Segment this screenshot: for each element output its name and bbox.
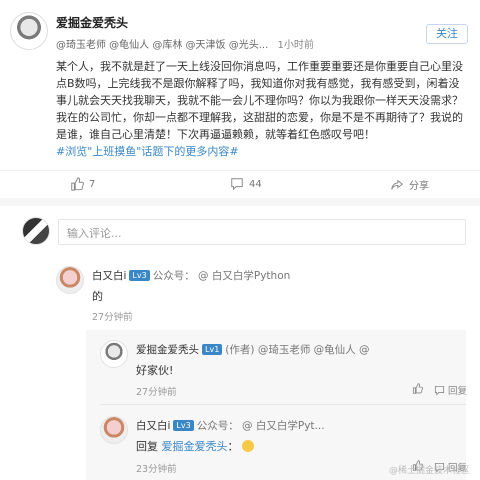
- reply-author-name[interactable]: 白又白i: [136, 420, 170, 432]
- author-tags: @琦玉老师 @龟仙人 @库林 @天津饭 @光头...: [56, 40, 269, 51]
- author-role: (作者): [225, 344, 255, 356]
- reply-author-avatar[interactable]: [100, 340, 128, 368]
- author-avatar[interactable]: [10, 12, 48, 50]
- reply-text: 回复 爱掘金爱秃头：: [136, 438, 254, 454]
- comment-text: 的: [92, 290, 103, 303]
- post-text: 某个人，我不就是赶了一天上线没回你消息吗，工作重要重要还是你重要自己心里没点B数…: [56, 60, 463, 141]
- comment-composer: 输入评论...: [0, 206, 480, 256]
- post-card: 爱掘金爱秃头 @琦玉老师 @龟仙人 @库林 @天津饭 @光头... 1小时前 关…: [0, 0, 480, 200]
- like-count: 7: [89, 178, 96, 190]
- comment-header: 白又白i Lv3 公众号： @ 白又白学Python: [92, 268, 290, 283]
- like-reply-button[interactable]: [412, 383, 423, 394]
- smile-emoji-icon: [242, 440, 254, 452]
- reply-to-link[interactable]: 爱掘金爱秃头: [162, 440, 228, 453]
- reply-author-extra: 公众号：: [196, 420, 239, 432]
- colon: ：: [227, 440, 239, 453]
- comment-input[interactable]: 输入评论...: [58, 219, 466, 245]
- share-button[interactable]: 分享: [390, 177, 429, 192]
- reply-text: 好家伙!: [136, 364, 174, 377]
- reply-author-at: @ 白又白学Pyt...: [242, 420, 325, 432]
- post-meta: @琦玉老师 @龟仙人 @库林 @天津饭 @光头... 1小时前: [56, 36, 314, 51]
- commenter-extra: 公众号：: [152, 270, 195, 282]
- reply-header: 爱掘金爱秃头 Lv1 (作者) @琦玉老师 @龟仙人 @: [136, 342, 370, 357]
- comment-button[interactable]: 44: [230, 177, 262, 191]
- section-divider: [0, 198, 480, 206]
- thumbs-up-icon: [412, 383, 423, 394]
- reply-prefix: 回复: [136, 440, 158, 453]
- watermark: @稀土掘金技术社区: [388, 466, 470, 476]
- comment-time: 27分钟前: [92, 312, 133, 323]
- like-button[interactable]: 7: [70, 177, 95, 191]
- post-time: 1小时前: [277, 40, 314, 51]
- reply-time: 23分钟前: [136, 464, 177, 475]
- post-actions: 7 44 分享: [0, 170, 480, 198]
- level-badge: Lv3: [173, 420, 194, 431]
- reply-time: 27分钟前: [136, 387, 177, 398]
- commenter-at: @ 白又白学Python: [198, 270, 291, 282]
- thumbs-up-icon: [71, 177, 84, 191]
- reply-author-avatar[interactable]: [100, 416, 128, 444]
- reply-label: 回复: [448, 386, 468, 397]
- reply-author-at: @琦玉老师 @龟仙人 @: [257, 344, 370, 356]
- post-body: 某个人，我不就是赶了一天上线没回你消息吗，工作重要重要还是你重要自己心里没点B数…: [56, 58, 466, 160]
- commenter-avatar[interactable]: [56, 266, 84, 294]
- comment-icon: [231, 178, 243, 191]
- topic-link[interactable]: #浏览"上班摸鱼"话题下的更多内容#: [56, 145, 239, 158]
- commenter-name[interactable]: 白又白i: [92, 270, 126, 282]
- reply-divider: [100, 404, 466, 405]
- my-avatar: [22, 217, 50, 245]
- comment-icon: [434, 385, 445, 396]
- share-label: 分享: [409, 181, 429, 192]
- author-name[interactable]: 爱掘金爱秃头: [56, 14, 128, 31]
- share-icon: [391, 179, 404, 190]
- reply-header: 白又白i Lv3 公众号： @ 白又白学Pyt...: [136, 418, 325, 433]
- level-badge: Lv1: [202, 344, 223, 355]
- reply-author-name[interactable]: 爱掘金爱秃头: [136, 344, 199, 356]
- level-badge: Lv3: [129, 270, 150, 281]
- reply-button[interactable]: 回复: [434, 383, 467, 397]
- comment-count: 44: [249, 178, 262, 190]
- follow-button[interactable]: 关注: [426, 24, 468, 44]
